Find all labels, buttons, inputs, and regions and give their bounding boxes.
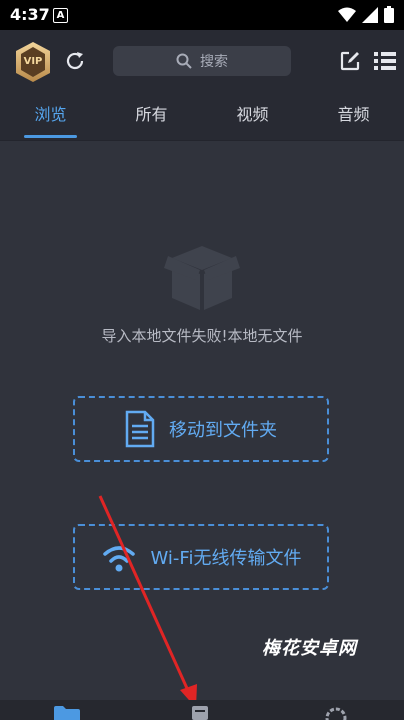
wifi-signal-icon — [338, 7, 356, 22]
notification-icon: A — [53, 8, 68, 23]
refresh-icon[interactable] — [64, 50, 86, 72]
watermark: 梅花安卓网 — [262, 638, 357, 659]
move-to-folder-button[interactable]: 移动到文件夹 — [73, 396, 329, 462]
status-icons — [338, 6, 394, 23]
tab-bar: 浏览 所有 视频 音频 — [0, 94, 404, 141]
document-icon — [125, 410, 155, 448]
list-menu-icon[interactable] — [374, 51, 396, 71]
search-icon — [176, 53, 192, 69]
app-header: VIP 搜索 — [0, 30, 404, 94]
tab-browse[interactable]: 浏览 — [0, 94, 101, 140]
wifi-transfer-button[interactable]: Wi-Fi无线传输文件 — [73, 524, 329, 590]
tab-video[interactable]: 视频 — [202, 94, 303, 140]
tab-all[interactable]: 所有 — [101, 94, 202, 140]
move-to-folder-label: 移动到文件夹 — [169, 420, 277, 441]
search-input[interactable]: 搜索 — [113, 46, 291, 76]
bottom-nav — [0, 700, 404, 720]
nav-settings-icon[interactable] — [324, 704, 348, 720]
status-bar: 4:37 A — [0, 0, 404, 30]
vip-label: VIP — [23, 56, 43, 67]
nav-file-icon[interactable] — [190, 704, 210, 720]
nav-folder-icon[interactable] — [54, 704, 80, 720]
search-placeholder: 搜索 — [200, 54, 228, 70]
battery-icon — [384, 6, 394, 23]
cellular-signal-icon — [362, 6, 378, 23]
edit-icon[interactable] — [339, 50, 361, 72]
status-time: 4:37 — [10, 5, 50, 24]
empty-message: 导入本地文件失败!本地无文件 — [101, 327, 303, 345]
wifi-transfer-label: Wi-Fi无线传输文件 — [150, 548, 302, 569]
tab-audio[interactable]: 音频 — [303, 94, 404, 140]
empty-box-icon — [164, 246, 240, 310]
wifi-transfer-icon — [102, 546, 135, 572]
